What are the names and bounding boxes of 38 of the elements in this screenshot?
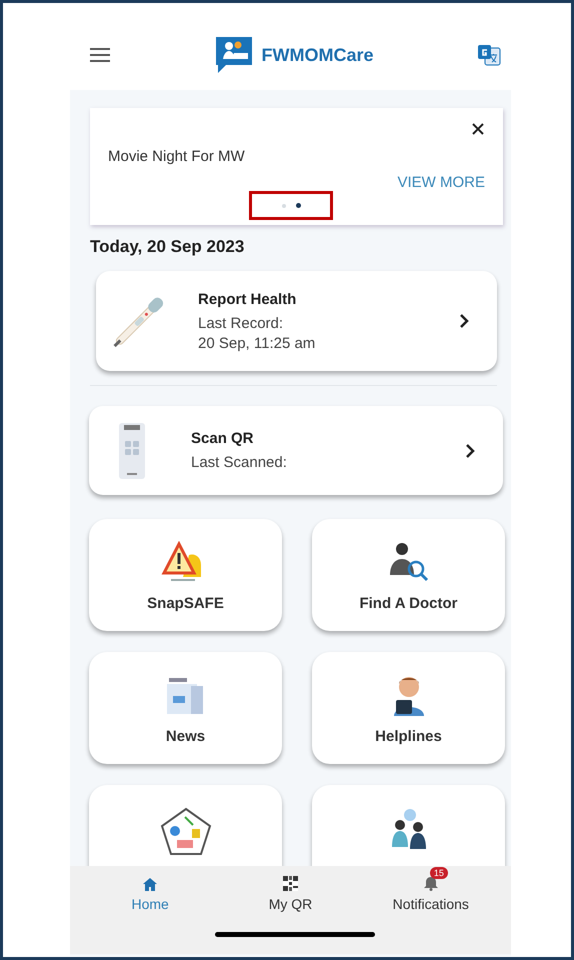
carousel-dot[interactable]	[296, 203, 300, 208]
close-icon[interactable]	[471, 122, 485, 136]
feature-tile[interactable]: Helplines	[312, 652, 505, 764]
card-title: Scan QR	[191, 430, 255, 447]
card-title: Report Health	[198, 290, 298, 308]
app-title: FWMOMCare	[262, 44, 374, 66]
feature-card[interactable]: Scan QR Last Scanned:	[89, 406, 503, 495]
translate-icon[interactable]	[477, 44, 501, 66]
carousel-dot[interactable]	[282, 204, 286, 208]
chevron-right-icon	[465, 442, 475, 458]
tile-label: Helplines	[375, 728, 442, 745]
feature-tile[interactable]: News	[89, 652, 282, 764]
feature-tile[interactable]: Find A Doctor	[312, 519, 505, 631]
view-more-link[interactable]: VIEW MORE	[397, 174, 485, 191]
notification-count-badge: 15	[430, 867, 448, 879]
date-heading: Today, 20 Sep 2023	[90, 237, 246, 257]
card-detail: 20 Sep, 11:25 am	[198, 334, 316, 352]
feature-tile[interactable]: SnapSAFE	[89, 519, 282, 631]
menu-icon[interactable]	[90, 48, 110, 62]
announcement-banner[interactable]: Movie Night For MW VIEW MORE	[90, 108, 503, 225]
tile-label: Find A Doctor	[359, 595, 458, 612]
nav-tab[interactable]: Home	[90, 866, 210, 912]
home-icon	[143, 878, 158, 891]
feature-tile[interactable]	[89, 785, 282, 868]
card-detail: Last Scanned:	[191, 454, 288, 471]
bell-icon	[424, 876, 438, 891]
feature-tile[interactable]	[312, 785, 505, 868]
tile-label: News	[166, 728, 206, 745]
qr-code-icon	[282, 876, 298, 891]
card-detail: Last Record:	[198, 314, 284, 332]
tile-label: SnapSAFE	[147, 595, 224, 612]
nav-tab[interactable]: 15 Notifications	[370, 866, 491, 912]
banner-text: Movie Night For MW	[108, 148, 245, 165]
pentagon-icon	[158, 807, 212, 857]
chevron-right-icon	[459, 313, 469, 329]
logo-icon	[214, 35, 254, 75]
feature-card[interactable]: Report Health Last Record: 20 Sep, 11:25 am	[96, 271, 497, 371]
nav-tab[interactable]: My QR	[230, 866, 350, 912]
